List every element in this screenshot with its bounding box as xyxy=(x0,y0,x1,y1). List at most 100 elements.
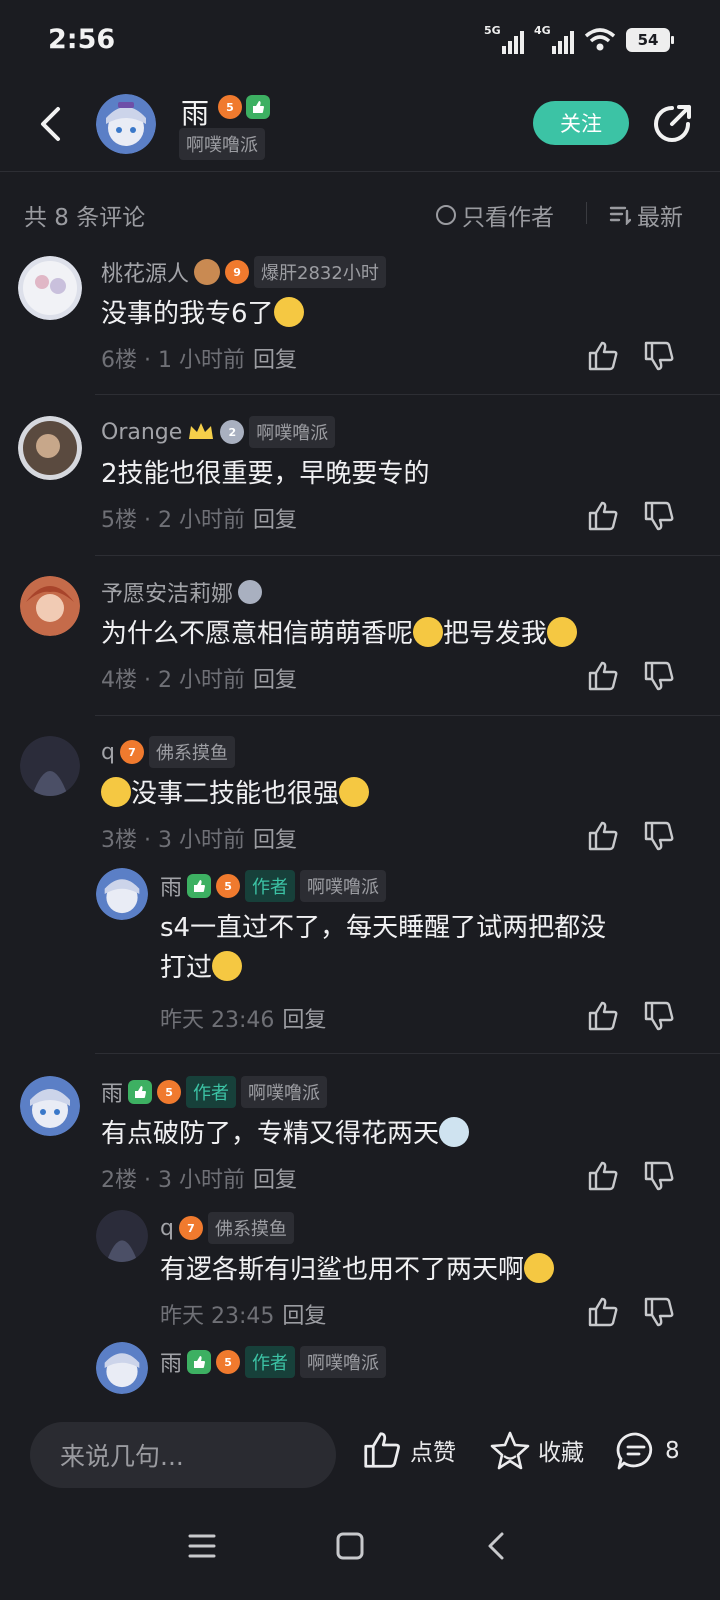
like-icon[interactable] xyxy=(587,500,619,532)
back-button[interactable] xyxy=(30,102,70,146)
reply-button[interactable]: 回复 xyxy=(282,1304,326,1329)
commenter-avatar[interactable] xyxy=(20,736,80,796)
user-tag: 爆肝2832小时 xyxy=(254,256,386,288)
reply-button[interactable]: 回复 xyxy=(253,668,297,693)
replier-avatar[interactable] xyxy=(96,1210,148,1262)
comment-user-line: 予愿安洁莉娜 xyxy=(101,576,263,608)
level-badge-icon: 9 xyxy=(225,260,250,284)
reply-user-line: 雨 5 作者 啊噗噜派 xyxy=(160,870,387,902)
like-icon[interactable] xyxy=(587,660,619,692)
post-header: 雨 5 啊噗噜派 关注 xyxy=(0,80,720,172)
reply-button[interactable]: 回复 xyxy=(253,348,297,373)
sort-button[interactable]: 最新 xyxy=(609,198,683,232)
like-button[interactable]: 点赞 xyxy=(362,1430,456,1470)
follow-button[interactable]: 关注 xyxy=(533,101,629,145)
replier-avatar[interactable] xyxy=(96,1342,148,1394)
crown-icon xyxy=(189,423,214,439)
like-icon[interactable] xyxy=(587,1000,619,1032)
author-tag: 作者 xyxy=(245,870,296,902)
replier-name[interactable]: q xyxy=(160,1216,174,1241)
reply-button[interactable]: 回复 xyxy=(253,828,297,853)
share-icon[interactable] xyxy=(650,102,694,146)
dislike-icon[interactable] xyxy=(643,340,675,372)
comment-meta: 6楼 · 1 小时前 回复 xyxy=(101,348,297,373)
only-author-toggle[interactable]: 只看作者 xyxy=(436,198,554,232)
commenter-name[interactable]: 雨 xyxy=(101,1076,123,1108)
reply-user-line: q 7 佛系摸鱼 xyxy=(160,1212,294,1244)
comment-meta: 4楼 · 2 小时前 回复 xyxy=(101,668,297,693)
commenter-avatar[interactable] xyxy=(20,576,80,636)
comment-text: 有点破防了，专精又得花两天 xyxy=(101,1114,470,1154)
chevron-left-icon xyxy=(41,107,60,141)
level-badge-icon: 7 xyxy=(119,740,144,764)
signal-4g-icon: 4G xyxy=(534,24,574,54)
commenter-avatar[interactable] xyxy=(18,416,82,480)
reply-button[interactable]: 回复 xyxy=(282,1008,326,1033)
dislike-icon[interactable] xyxy=(643,1000,675,1032)
menu-icon[interactable] xyxy=(180,1524,224,1568)
reply-meta: 昨天 23:46 回复 xyxy=(160,1008,327,1033)
dislike-icon[interactable] xyxy=(643,820,675,852)
reply-button[interactable]: 回复 xyxy=(253,508,297,533)
like-icon[interactable] xyxy=(587,1160,619,1192)
smirk-emoji-icon xyxy=(413,617,444,647)
commenter-name[interactable]: 桃花源人 xyxy=(101,256,189,288)
commenter-name[interactable]: Orange xyxy=(101,420,182,445)
user-tag: 佛系摸鱼 xyxy=(207,1212,294,1244)
reply-meta: 昨天 23:45 回复 xyxy=(160,1304,327,1329)
comment-input[interactable]: 来说几句... xyxy=(30,1422,336,1488)
nav-back-icon[interactable] xyxy=(476,1524,520,1568)
tongue-emoji-icon xyxy=(212,951,243,981)
reply-text: 有逻各斯有归鲨也用不了两天啊 xyxy=(160,1250,555,1290)
author-name[interactable]: 雨 xyxy=(181,92,209,132)
star-icon xyxy=(490,1431,530,1470)
thinking-emoji-icon xyxy=(101,777,131,807)
dislike-icon[interactable] xyxy=(643,660,675,692)
comment-user-line: Orange 2 啊噗噜派 xyxy=(101,416,336,448)
commenter-avatar[interactable] xyxy=(18,256,82,320)
replier-name[interactable]: 雨 xyxy=(160,870,182,902)
home-icon[interactable] xyxy=(328,1524,372,1568)
dislike-icon[interactable] xyxy=(643,1160,675,1192)
level-badge-icon: 2 xyxy=(220,420,245,444)
character-badge-icon xyxy=(194,259,221,285)
author-avatar[interactable] xyxy=(96,94,156,154)
like-icon[interactable] xyxy=(587,820,619,852)
dislike-icon[interactable] xyxy=(643,1296,675,1328)
status-icons: 5G 4G 54 xyxy=(484,24,674,54)
comment-divider xyxy=(95,394,720,395)
favorite-button[interactable]: 收藏 xyxy=(490,1430,584,1470)
sort-icon xyxy=(609,206,631,225)
user-tag: 啊噗噜派 xyxy=(300,870,387,902)
status-bar: 2:56 5G 4G 54 xyxy=(0,0,720,80)
reply-button[interactable]: 回复 xyxy=(253,1168,297,1193)
level-badge-icon: 5 xyxy=(157,1080,182,1104)
author-tag: 作者 xyxy=(186,1076,237,1108)
thumb-badge-icon xyxy=(187,874,212,898)
dislike-icon[interactable] xyxy=(643,500,675,532)
user-tag: 佛系摸鱼 xyxy=(148,736,235,768)
thumb-badge-icon xyxy=(187,1350,212,1374)
tongue-emoji-icon xyxy=(524,1253,555,1283)
comment-user-line: q 7 佛系摸鱼 xyxy=(101,736,235,768)
battery-icon: 54 xyxy=(626,28,674,52)
level-badge-icon: 7 xyxy=(178,1216,203,1240)
grin-emoji-icon xyxy=(547,617,578,647)
comment-user-line: 桃花源人 9 爆肝2832小时 xyxy=(101,256,386,288)
like-icon[interactable] xyxy=(587,1296,619,1328)
comments-button[interactable]: 8 xyxy=(615,1430,680,1472)
commenter-avatar[interactable] xyxy=(20,1076,80,1136)
commenter-name[interactable]: q xyxy=(101,740,115,765)
comment-text: 没事二技能也很强 xyxy=(101,774,370,814)
replier-name[interactable]: 雨 xyxy=(160,1346,182,1378)
like-icon[interactable] xyxy=(587,340,619,372)
comment-text: 为什么不愿意相信萌萌香呢 把号发我 xyxy=(101,614,578,654)
commenter-name[interactable]: 予愿安洁莉娜 xyxy=(101,576,233,608)
thumb-badge-icon xyxy=(128,1080,153,1104)
replier-avatar[interactable] xyxy=(96,868,148,920)
level-badge-icon: 5 xyxy=(216,1350,241,1374)
status-time: 2:56 xyxy=(48,24,116,55)
comment-meta: 5楼 · 2 小时前 回复 xyxy=(101,508,297,533)
author-tag: 作者 xyxy=(245,1346,296,1378)
signal-5g-icon: 5G xyxy=(484,24,524,54)
